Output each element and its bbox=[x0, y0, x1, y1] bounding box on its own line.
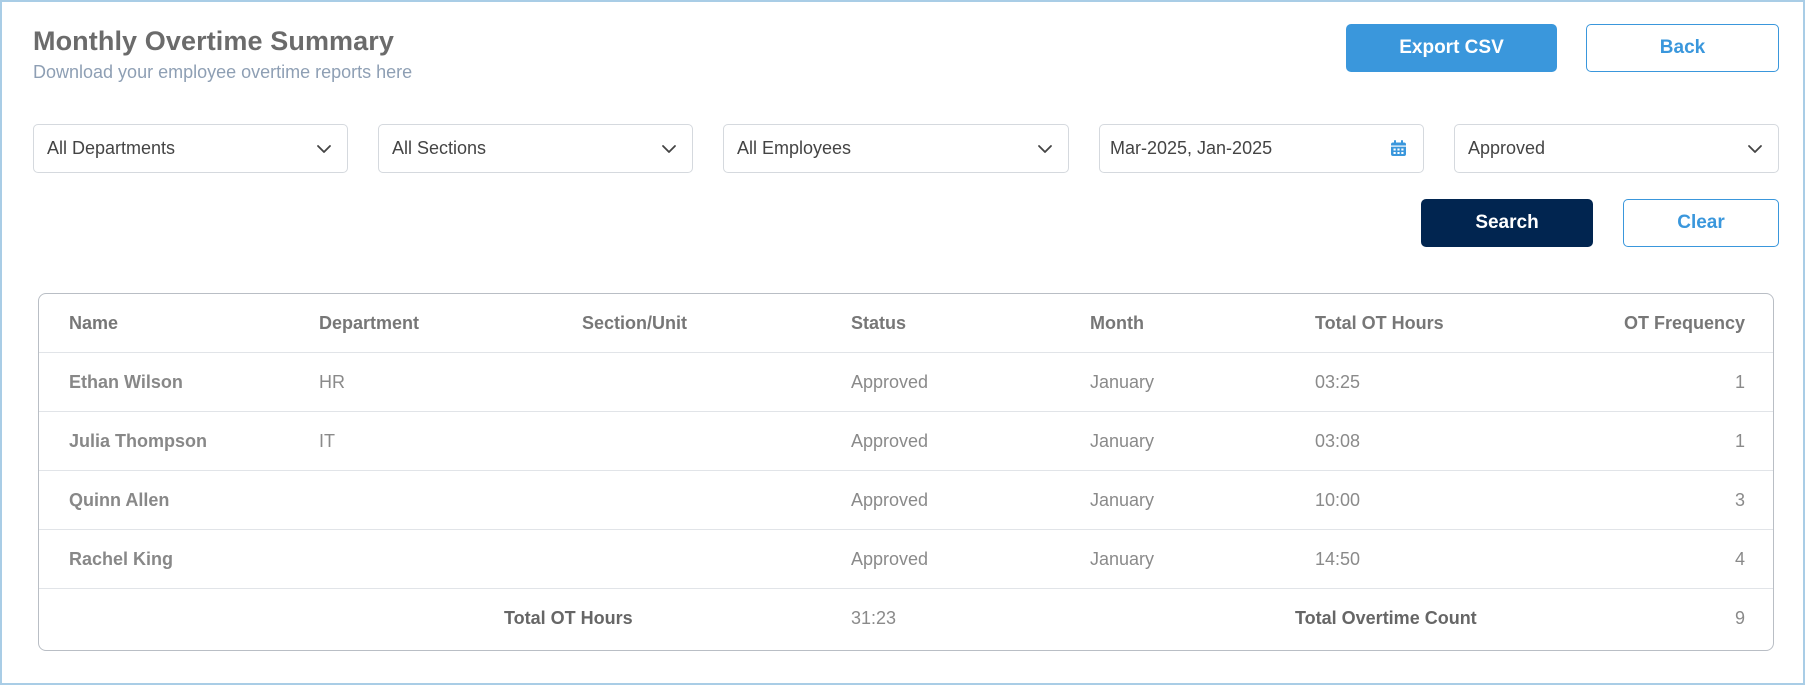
table-row[interactable]: Quinn Allen Approved January 10:00 3 bbox=[39, 471, 1773, 530]
cell-department: IT bbox=[319, 431, 335, 451]
department-select[interactable]: All Departments bbox=[33, 124, 348, 173]
table-row[interactable]: Julia Thompson IT Approved January 03:08… bbox=[39, 412, 1773, 471]
back-button[interactable]: Back bbox=[1586, 24, 1779, 72]
chevron-down-icon bbox=[1038, 144, 1052, 153]
cell-status: Approved bbox=[851, 549, 929, 569]
cell-month: January bbox=[1090, 549, 1155, 569]
date-range-input[interactable]: Mar-2025, Jan-2025 bbox=[1099, 124, 1424, 173]
total-ot-hours-label: Total OT Hours bbox=[504, 608, 633, 628]
section-select-value: All Sections bbox=[392, 138, 487, 158]
cell-month: January bbox=[1090, 490, 1155, 510]
table-row[interactable]: Rachel King Approved January 14:50 4 bbox=[39, 530, 1773, 589]
page-subtitle: Download your employee overtime reports … bbox=[33, 62, 413, 82]
column-header-section[interactable]: Section/Unit bbox=[582, 294, 687, 353]
cell-status: Approved bbox=[851, 431, 929, 451]
cell-total-ot-hours: 03:25 bbox=[1315, 372, 1361, 392]
employee-select-value: All Employees bbox=[737, 138, 852, 158]
cell-department: HR bbox=[319, 372, 345, 392]
search-button[interactable]: Search bbox=[1421, 199, 1593, 247]
cell-total-ot-hours: 03:08 bbox=[1315, 431, 1361, 451]
column-header-department[interactable]: Department bbox=[319, 294, 419, 353]
table-row[interactable]: Ethan Wilson HR Approved January 03:25 1 bbox=[39, 353, 1773, 412]
total-overtime-count-label: Total Overtime Count bbox=[1295, 608, 1477, 628]
page-title: Monthly Overtime Summary bbox=[33, 26, 394, 56]
export-csv-button[interactable]: Export CSV bbox=[1346, 24, 1557, 72]
cell-name: Quinn Allen bbox=[69, 490, 170, 510]
overtime-table: Name Department Section/Unit Status Mont… bbox=[38, 293, 1774, 651]
column-header-name[interactable]: Name bbox=[69, 294, 118, 353]
cell-status: Approved bbox=[851, 372, 929, 392]
cell-ot-frequency: 3 bbox=[1734, 490, 1745, 510]
column-header-ot-frequency[interactable]: OT Frequency bbox=[1624, 294, 1745, 353]
cell-status: Approved bbox=[851, 490, 929, 510]
cell-ot-frequency: 4 bbox=[1734, 549, 1745, 569]
cell-total-ot-hours: 14:50 bbox=[1315, 549, 1361, 569]
department-select-value: All Departments bbox=[47, 138, 176, 158]
cell-ot-frequency: 1 bbox=[1734, 372, 1745, 392]
cell-ot-frequency: 1 bbox=[1734, 431, 1745, 451]
chevron-down-icon bbox=[1748, 144, 1762, 153]
page-frame: Monthly Overtime Summary Download your e… bbox=[0, 0, 1805, 685]
column-header-status[interactable]: Status bbox=[851, 294, 906, 353]
total-ot-hours-value: 31:23 bbox=[851, 608, 897, 628]
table-header-row: Name Department Section/Unit Status Mont… bbox=[39, 294, 1773, 353]
chevron-down-icon bbox=[317, 144, 331, 153]
calendar-icon[interactable] bbox=[1389, 139, 1408, 158]
clear-button[interactable]: Clear bbox=[1623, 199, 1779, 247]
cell-name: Julia Thompson bbox=[69, 431, 208, 451]
cell-month: January bbox=[1090, 431, 1155, 451]
status-select-value: Approved bbox=[1468, 138, 1546, 158]
employee-select[interactable]: All Employees bbox=[723, 124, 1069, 173]
column-header-month[interactable]: Month bbox=[1090, 294, 1144, 353]
chevron-down-icon bbox=[662, 144, 676, 153]
cell-name: Rachel King bbox=[69, 549, 174, 569]
total-overtime-count-value: 9 bbox=[1734, 608, 1745, 628]
table-footer-row: Total OT Hours 31:23 Total Overtime Coun… bbox=[39, 589, 1773, 648]
status-select[interactable]: Approved bbox=[1454, 124, 1779, 173]
cell-month: January bbox=[1090, 372, 1155, 392]
date-range-value: Mar-2025, Jan-2025 bbox=[1110, 138, 1273, 158]
column-header-total-ot-hours[interactable]: Total OT Hours bbox=[1315, 294, 1444, 353]
section-select[interactable]: All Sections bbox=[378, 124, 693, 173]
cell-total-ot-hours: 10:00 bbox=[1315, 490, 1361, 510]
cell-name: Ethan Wilson bbox=[69, 372, 183, 392]
